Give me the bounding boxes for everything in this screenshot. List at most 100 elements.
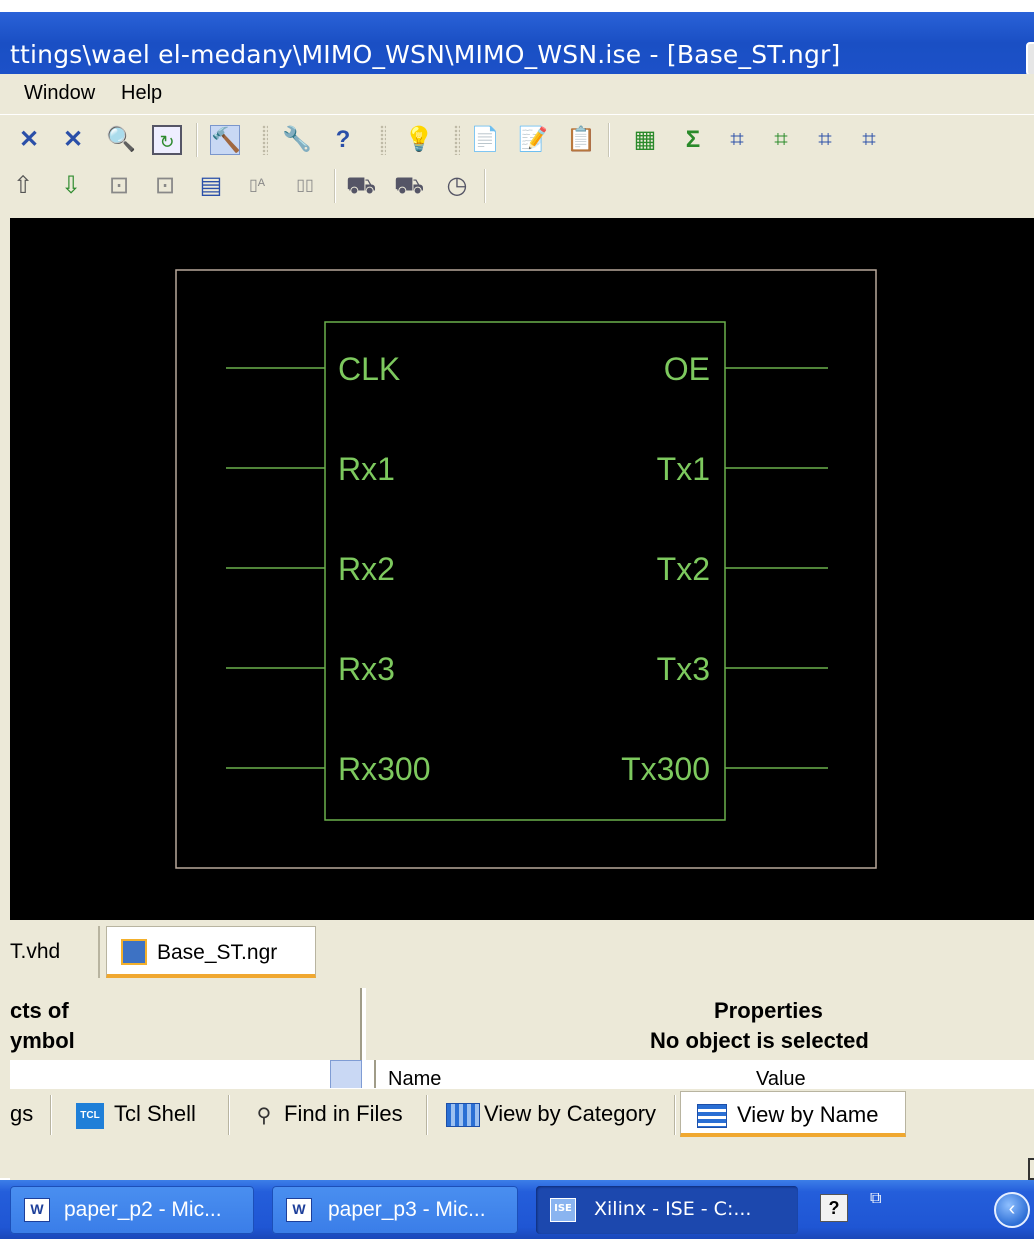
tab-ngr-file[interactable]: Base_ST.ngr	[106, 926, 316, 978]
tab-tcl-shell-label: Tcl Shell	[114, 1101, 196, 1126]
status-indicator	[1028, 1158, 1034, 1180]
edit-document-icon[interactable]: 📝	[518, 125, 548, 155]
taskbar-button-xilinx-label: Xilinx - ISE - C:...	[594, 1198, 752, 1220]
refresh-icon[interactable]: ↻	[152, 125, 182, 155]
tab-separator	[674, 1095, 676, 1135]
toolbar-grip	[380, 125, 386, 155]
tab-view-by-category[interactable]: View by Category	[438, 1091, 668, 1137]
properties-header: Properties No object is selected	[366, 988, 1034, 1060]
tab-separator	[50, 1095, 52, 1135]
sigma-icon[interactable]: Σ	[678, 125, 708, 155]
toolbar-separator	[608, 123, 610, 157]
toolbar-grip	[454, 125, 460, 155]
menu-window[interactable]: Window	[24, 82, 95, 105]
tab-separator	[228, 1095, 230, 1135]
tab-separator	[426, 1095, 428, 1135]
zoom-fit-icon[interactable]: ✕	[58, 125, 88, 155]
schematic-file-icon	[121, 939, 147, 965]
schematic-3-icon[interactable]: ⌗	[810, 125, 840, 155]
schematic-icon[interactable]: ⌗	[722, 125, 752, 155]
taskbar-button-paper-p3-label: paper_p3 - Mic...	[328, 1198, 486, 1221]
wrench-icon[interactable]: 🔧	[282, 125, 312, 155]
zoom-full-icon[interactable]: ✕	[14, 125, 44, 155]
word-icon: W	[24, 1198, 50, 1222]
taskbar-button-paper-p2[interactable]: W paper_p2 - Mic...	[10, 1186, 254, 1234]
output-pin-label: Tx1	[657, 451, 710, 487]
menu-help[interactable]: Help	[121, 82, 162, 105]
tab-tcl-shell[interactable]: TCL Tcl Shell	[66, 1091, 216, 1137]
objects-scrollbar[interactable]	[330, 1060, 362, 1090]
cart-2-icon[interactable]: ⛟	[394, 171, 424, 201]
properties-divider	[374, 1060, 376, 1090]
toolbar-separator	[484, 169, 486, 203]
console-tabs: gs TCL Tcl Shell ⚲ Find in Files View by…	[10, 1088, 1034, 1140]
output-pin-label: Tx300	[621, 751, 710, 787]
find-icon[interactable]: 🔍	[106, 125, 136, 155]
chip-icon[interactable]: ▦	[630, 125, 660, 155]
properties-title: Properties	[714, 998, 823, 1023]
tab-find-in-files[interactable]: ⚲ Find in Files	[240, 1091, 420, 1137]
tab-byname-label: View by Name	[737, 1102, 879, 1127]
help-icon[interactable]: ?	[820, 1194, 848, 1222]
tcl-icon: TCL	[76, 1103, 104, 1129]
toolbar-grip	[262, 125, 268, 155]
taskbar-button-paper-p2-label: paper_p2 - Mic...	[64, 1198, 222, 1221]
objects-header-line2: ymbol	[10, 1028, 75, 1053]
push-icon[interactable]: ⊡	[104, 171, 134, 201]
tab-vhd-file[interactable]: T.vhd	[10, 926, 100, 978]
input-pin-label: Rx300	[338, 751, 431, 787]
title-bar: ttings\wael el-medany\MIMO_WSN\MIMO_WSN.…	[0, 12, 1034, 76]
input-pin-label: Rx2	[338, 551, 395, 587]
status-area	[10, 1140, 1034, 1180]
toolbar: ✕ ✕ 🔍 ↻ 🔨 🔧 ? 💡 📄 📝 📋 ▦ Σ ⌗ ⌗ ⌗ ⌗ ⇧ ⇩ ⊡ …	[0, 114, 1034, 218]
whats-this-icon[interactable]: ?	[328, 125, 358, 155]
left-panel-edge	[0, 218, 10, 1178]
menu-bar: Window Help	[0, 74, 1034, 114]
toolbar-separator	[196, 123, 198, 157]
down-icon[interactable]: ⇩	[56, 171, 86, 201]
page-icon[interactable]: ▤	[196, 171, 226, 201]
lightbulb-icon[interactable]: 💡	[404, 125, 434, 155]
document-tabs: T.vhd Base_ST.ngr	[10, 920, 1034, 988]
tab-warnings[interactable]: gs	[10, 1091, 33, 1137]
tab-vhd-label: T.vhd	[10, 940, 61, 963]
window-title: ttings\wael el-medany\MIMO_WSN\MIMO_WSN.…	[10, 40, 841, 69]
input-pin-label: CLK	[338, 351, 400, 387]
document-icon[interactable]: 📄	[470, 125, 500, 155]
pin-a-icon[interactable]: ▯ᴬ	[242, 171, 272, 201]
toolbar-separator	[334, 169, 336, 203]
schematic-2-icon[interactable]: ⌗	[766, 125, 796, 155]
toolbar-row-1: ✕ ✕ 🔍 ↻ 🔨 🔧 ? 💡 📄 📝 📋 ▦ Σ ⌗ ⌗ ⌗ ⌗	[0, 123, 1034, 169]
objects-panel-header: cts of ymbol	[10, 988, 362, 1060]
cart-icon[interactable]: ⛟	[346, 171, 376, 201]
tab-view-by-name[interactable]: View by Name	[680, 1091, 906, 1137]
output-pin-label: Tx2	[657, 551, 710, 587]
clock-icon[interactable]: ◷	[442, 171, 472, 201]
back-arrow-icon[interactable]: ‹	[994, 1192, 1030, 1228]
pop-icon[interactable]: ⊡	[150, 171, 180, 201]
input-pin-label: Rx1	[338, 451, 395, 487]
output-pin-label: Tx3	[657, 651, 710, 687]
hammer-icon[interactable]: 🔨	[210, 125, 241, 155]
grid-icon	[446, 1103, 480, 1127]
toolbar-row-2: ⇧ ⇩ ⊡ ⊡ ▤ ▯ᴬ ▯▯ ⛟ ⛟ ◷	[0, 169, 1034, 215]
properties-panel: cts of ymbol Properties No object is sel…	[10, 988, 1034, 1090]
word-icon: W	[286, 1198, 312, 1222]
sheet-frame	[175, 269, 877, 869]
input-pin-label: Rx3	[338, 651, 395, 687]
tab-find-label: Find in Files	[284, 1101, 403, 1126]
ise-icon: ISE	[550, 1198, 576, 1222]
list-icon	[697, 1104, 727, 1128]
up-icon[interactable]: ⇧	[8, 171, 38, 201]
restore-icon[interactable]: ⧉	[870, 1190, 886, 1220]
taskbar-button-xilinx-ise[interactable]: ISE Xilinx - ISE - C:...	[536, 1186, 798, 1234]
taskbar: W paper_p2 - Mic... W paper_p3 - Mic... …	[0, 1180, 1034, 1239]
tab-category-label: View by Category	[484, 1101, 657, 1126]
taskbar-button-paper-p3[interactable]: W paper_p3 - Mic...	[272, 1186, 518, 1234]
report-icon[interactable]: 📋	[566, 125, 596, 155]
pin-b-icon[interactable]: ▯▯	[290, 171, 320, 201]
schematic-canvas[interactable]: CLK Rx1 Rx2 Rx3 Rx300 OE Tx1 Tx2 Tx3 Tx300	[10, 218, 1034, 920]
schematic-4-icon[interactable]: ⌗	[854, 125, 884, 155]
binoculars-icon: ⚲	[256, 1105, 272, 1127]
title-bar-button[interactable]	[1026, 42, 1034, 76]
